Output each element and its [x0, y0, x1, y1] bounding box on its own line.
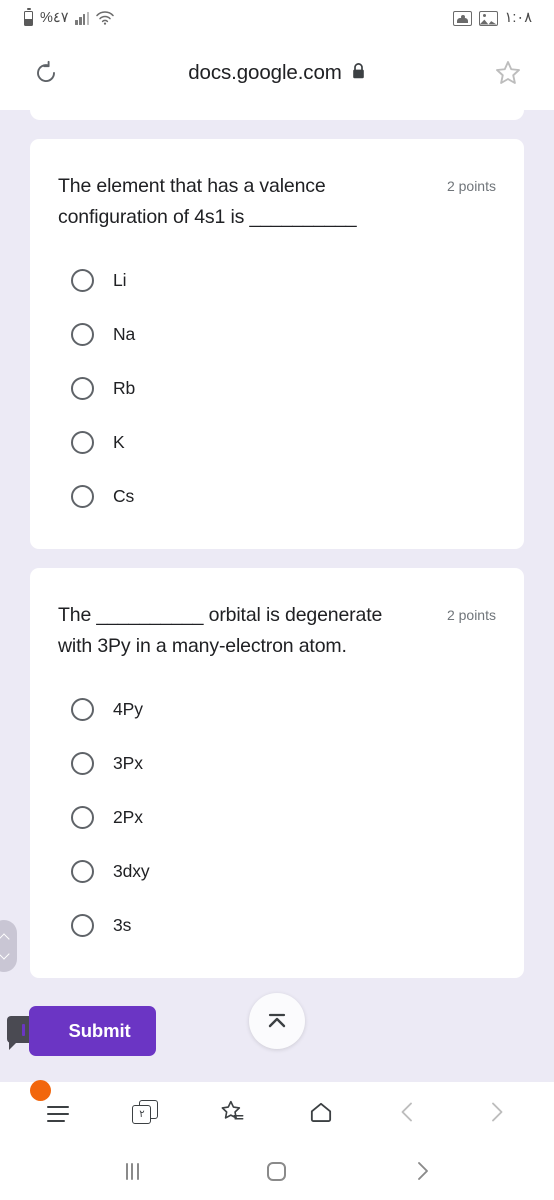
chevron-down-icon: [0, 947, 10, 960]
option-row[interactable]: 3dxy: [58, 844, 496, 898]
status-bar-right: ١:٠٨: [452, 10, 532, 26]
radio-button[interactable]: [71, 322, 94, 346]
screenshot-notification-icon: [478, 10, 498, 26]
radio-button[interactable]: [71, 268, 94, 292]
url-bar[interactable]: docs.google.com: [68, 61, 486, 85]
status-bar-left: %٤٧: [24, 8, 114, 26]
options-list: 4Py 3Px 2Px 3dxy 3s: [58, 682, 496, 952]
radio-button[interactable]: [71, 376, 94, 400]
option-row[interactable]: 3s: [58, 898, 496, 952]
radio-button[interactable]: [71, 751, 94, 775]
clock-label: ١:٠٨: [504, 10, 532, 26]
option-row[interactable]: 2Px: [58, 790, 496, 844]
lock-icon: [351, 62, 366, 85]
question-text: The element that has a valence configura…: [58, 175, 357, 228]
radio-button[interactable]: [71, 859, 94, 883]
option-row[interactable]: Na: [58, 307, 496, 361]
option-label: Cs: [113, 485, 135, 506]
wifi-icon: [96, 11, 114, 25]
question-points: 2 points: [446, 178, 496, 194]
submit-button[interactable]: Submit: [29, 1006, 156, 1056]
submit-button-label: Submit: [68, 1020, 131, 1041]
home-button-icon[interactable]: [251, 1148, 303, 1194]
form-page: The element that has a valence configura…: [0, 110, 554, 1082]
tabs-icon[interactable]: ٢: [121, 1088, 169, 1136]
submit-row: Submit: [0, 993, 554, 1056]
menu-badge: [29, 1080, 51, 1101]
question-points: 2 points: [446, 607, 496, 623]
battery-icon: [24, 8, 33, 26]
scroll-to-top-icon[interactable]: [249, 993, 305, 1049]
option-row[interactable]: Cs: [58, 469, 496, 523]
battery-percent-label: %٤٧: [40, 10, 69, 26]
browser-toolbar: ٢: [0, 1080, 554, 1142]
recents-icon[interactable]: [106, 1148, 158, 1194]
option-label: Rb: [113, 377, 136, 398]
option-row[interactable]: Rb: [58, 361, 496, 415]
tab-count-label: ٢: [132, 1105, 152, 1124]
option-label: 3s: [113, 914, 132, 935]
back-chevron-icon[interactable]: [384, 1088, 432, 1136]
radio-button[interactable]: [71, 697, 94, 721]
question-text: The __________ orbital is degenerate wit…: [58, 604, 383, 657]
back-button-icon[interactable]: [396, 1148, 448, 1194]
option-row[interactable]: Li: [58, 253, 496, 307]
star-outline-icon[interactable]: [486, 51, 530, 95]
signal-bars-icon: [75, 11, 90, 25]
question-card: The __________ orbital is degenerate wit…: [30, 568, 524, 978]
radio-button[interactable]: [71, 484, 94, 508]
android-nav-bar: [0, 1142, 554, 1200]
radio-button[interactable]: [71, 805, 94, 829]
option-row[interactable]: 3Px: [58, 736, 496, 790]
radio-button[interactable]: [71, 430, 94, 454]
url-text: docs.google.com: [188, 61, 342, 84]
scroll-handle-icon[interactable]: [0, 920, 17, 972]
status-bar: %٤٧ ١:٠٨: [0, 0, 554, 36]
question-header: The __________ orbital is degenerate wit…: [58, 600, 496, 662]
option-label: K: [113, 431, 125, 452]
option-label: 3dxy: [113, 860, 150, 881]
previous-question-card-stub: [30, 110, 524, 120]
chevron-up-icon: [0, 932, 10, 945]
options-list: Li Na Rb K Cs: [58, 253, 496, 523]
forward-chevron-icon[interactable]: [472, 1088, 520, 1136]
bookmarks-star-icon[interactable]: [209, 1088, 257, 1136]
option-label: 3Px: [113, 752, 143, 773]
contacts-notification-icon: [452, 10, 472, 26]
browser-address-bar: docs.google.com: [0, 36, 554, 110]
option-label: 4Py: [113, 698, 143, 719]
radio-button[interactable]: [71, 913, 94, 937]
option-row[interactable]: 4Py: [58, 682, 496, 736]
question-card: The element that has a valence configura…: [30, 139, 524, 549]
reload-icon[interactable]: [24, 51, 68, 95]
option-label: Na: [113, 323, 136, 344]
option-row[interactable]: K: [58, 415, 496, 469]
option-label: Li: [113, 269, 127, 290]
question-header: The element that has a valence configura…: [58, 171, 496, 233]
home-icon[interactable]: [297, 1088, 345, 1136]
hamburger-menu-icon[interactable]: [29, 1080, 82, 1136]
option-label: 2Px: [113, 806, 143, 827]
